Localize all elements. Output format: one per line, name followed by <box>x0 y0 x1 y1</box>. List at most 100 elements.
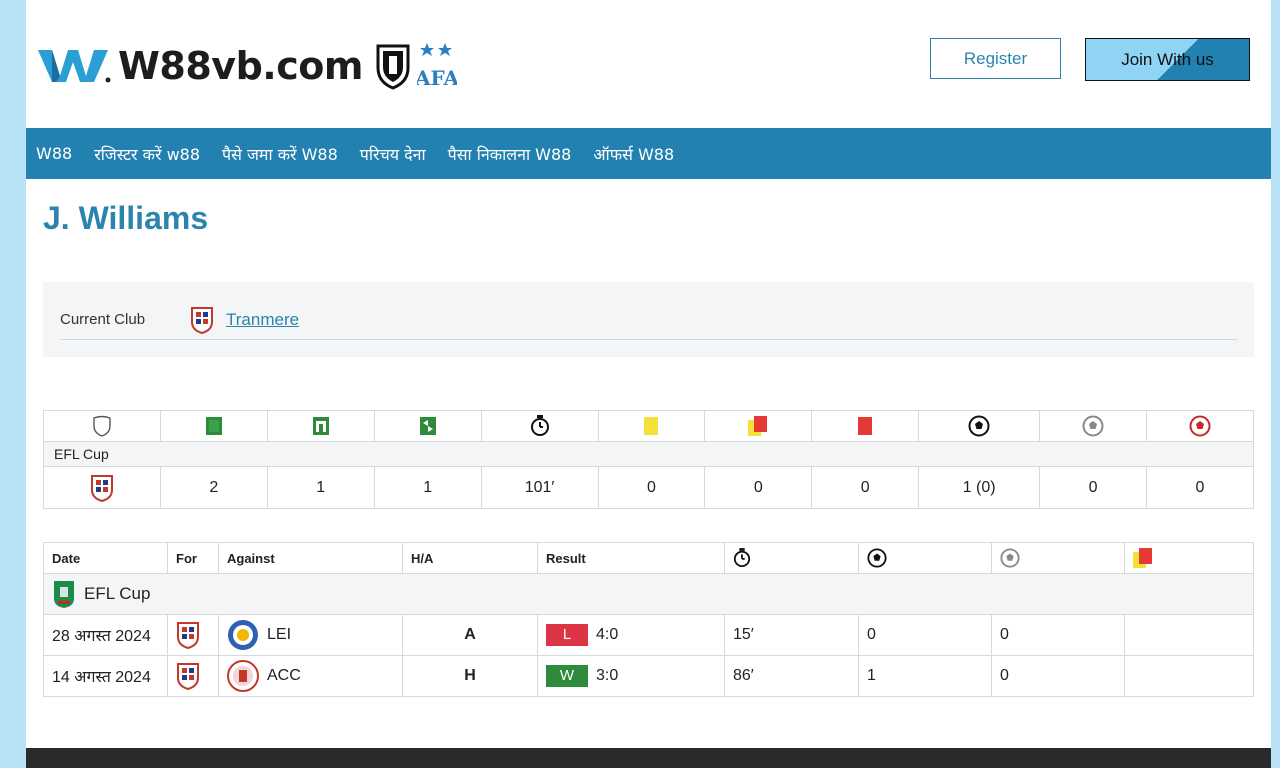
current-club-row: Current Club Tranmere <box>60 300 1237 340</box>
match-date[interactable]: 28 अगस्त 2024 <box>43 614 168 656</box>
site-logo[interactable]: W88vb.com AFA <box>38 38 457 94</box>
stats-competition-row: EFL Cup <box>43 441 1254 467</box>
col-minutes <box>724 542 859 574</box>
col-cards <box>1124 542 1254 574</box>
leicester-crest-icon <box>228 620 258 650</box>
stats-icon-row <box>43 410 1254 442</box>
current-club-label: Current Club <box>60 311 146 328</box>
tranmere-crest-icon <box>90 474 113 502</box>
stopwatch-icon <box>733 548 751 567</box>
tranmere-crest-icon <box>177 663 199 690</box>
match-against-team: ACC <box>267 667 301 684</box>
sub-out-icon <box>419 417 436 435</box>
ball-icon <box>867 548 887 568</box>
sub-in-icon <box>312 417 329 435</box>
stats-red: 0 <box>811 466 920 509</box>
stats-sub-out: 1 <box>373 466 482 509</box>
match-assists: 0 <box>991 655 1125 697</box>
matches-table: Date For Against H/A Result EFL Cup 28 अ… <box>43 542 1254 697</box>
stats-penalty-miss: 0 <box>1039 466 1147 509</box>
col-date: Date <box>43 542 168 574</box>
match-goals: 0 <box>858 614 992 656</box>
stats-col-goals <box>918 410 1041 442</box>
yellow-card-icon <box>644 417 659 435</box>
stats-values-row: 2 1 1 101′ 0 0 0 1 (0) 0 0 <box>43 466 1254 509</box>
match-date[interactable]: 14 अगस्त 2024 <box>43 655 168 697</box>
shirt-icon <box>205 417 222 435</box>
main-nav: W88 रजिस्टर करें w88 पैसे जमा करें W88 प… <box>26 128 1271 179</box>
match-cards <box>1124 655 1254 697</box>
nav-item-w88[interactable]: W88 <box>36 144 72 163</box>
accrington-crest-icon <box>227 660 259 692</box>
tranmere-crest-icon <box>177 622 199 649</box>
match-assists: 0 <box>991 614 1125 656</box>
page-title: J. Williams <box>43 200 209 236</box>
penalty-miss-icon <box>1082 415 1104 437</box>
nav-item-withdraw[interactable]: पैसा निकालना W88 <box>448 143 572 165</box>
stats-col-own-goal <box>1146 410 1254 442</box>
nav-item-register[interactable]: रजिस्टर करें w88 <box>94 143 200 165</box>
stats-competition-name: EFL Cup <box>43 441 1254 467</box>
shield-icon <box>93 415 111 437</box>
match-against-team: LEI <box>267 626 292 643</box>
current-club-box: Current Club Tranmere <box>43 282 1254 357</box>
stats-own-goal: 0 <box>1146 466 1254 509</box>
stats-club-crest <box>43 466 161 509</box>
col-goals <box>858 542 992 574</box>
matches-competition-row: EFL Cup <box>43 573 1254 615</box>
matches-competition: EFL Cup <box>43 573 1254 615</box>
own-goal-icon <box>1189 415 1211 437</box>
svg-text:AFA: AFA <box>417 66 457 90</box>
result-badge: W <box>546 665 588 687</box>
nav-item-deposit[interactable]: पैसे जमा करें W88 <box>222 143 338 165</box>
match-cards <box>1124 614 1254 656</box>
nav-item-introduction[interactable]: परिचय देना <box>360 143 426 165</box>
stats-col-yellow <box>597 410 706 442</box>
red-card-icon <box>858 417 873 435</box>
match-result[interactable]: W 3:0 <box>537 655 725 697</box>
penalty-miss-icon <box>1000 548 1020 568</box>
logo-text: W88vb.com <box>118 44 363 88</box>
efl-cup-icon <box>54 581 74 608</box>
stats-goals: 1 (0) <box>918 466 1041 509</box>
match-goals: 1 <box>858 655 992 697</box>
stats-col-second-yellow <box>704 410 813 442</box>
register-button[interactable]: Register <box>930 38 1061 79</box>
match-against[interactable]: LEI <box>218 614 403 656</box>
stats-second-yellow: 0 <box>704 466 813 509</box>
stats-table: EFL Cup 2 1 1 101′ 0 0 0 1 (0) 0 0 <box>43 410 1254 509</box>
w-logo-icon <box>38 50 111 83</box>
afa-crest-icon: AFA <box>417 43 457 90</box>
current-club-link[interactable]: Tranmere <box>226 310 299 330</box>
matches-competition-name: EFL Cup <box>84 584 151 603</box>
stats-appearances: 2 <box>159 466 268 509</box>
stats-col-sub-in <box>266 410 375 442</box>
stats-minutes: 101′ <box>480 466 599 509</box>
col-ha: H/A <box>402 542 538 574</box>
match-row: 14 अगस्त 2024 ACC H W 3:0 86′ 1 0 <box>43 655 1254 697</box>
match-minutes: 86′ <box>724 655 859 697</box>
match-score: 3:0 <box>596 667 619 685</box>
col-against: Against <box>218 542 403 574</box>
stats-sub-in: 1 <box>266 466 375 509</box>
match-for-crest <box>167 614 219 656</box>
ball-icon <box>968 415 990 437</box>
match-result[interactable]: L 4:0 <box>537 614 725 656</box>
match-against[interactable]: ACC <box>218 655 403 697</box>
stats-yellow: 0 <box>597 466 706 509</box>
stats-col-minutes <box>480 410 599 442</box>
stats-col-club <box>43 410 161 442</box>
nav-item-offers[interactable]: ऑफर्स W88 <box>593 143 674 165</box>
tranmere-crest-icon <box>191 306 213 334</box>
stats-col-appearances <box>159 410 268 442</box>
site-header: W88vb.com AFA Register Join With us <box>26 0 1271 128</box>
match-for-crest <box>167 655 219 697</box>
match-score: 4:0 <box>596 626 619 644</box>
stats-col-penalty-miss <box>1039 410 1147 442</box>
site-footer <box>26 748 1271 768</box>
result-badge: L <box>546 624 588 646</box>
page: W88vb.com AFA Register Join With us W88 … <box>26 0 1271 768</box>
match-ha: H <box>402 655 538 697</box>
join-button[interactable]: Join With us <box>1085 38 1250 81</box>
stats-col-red <box>811 410 920 442</box>
